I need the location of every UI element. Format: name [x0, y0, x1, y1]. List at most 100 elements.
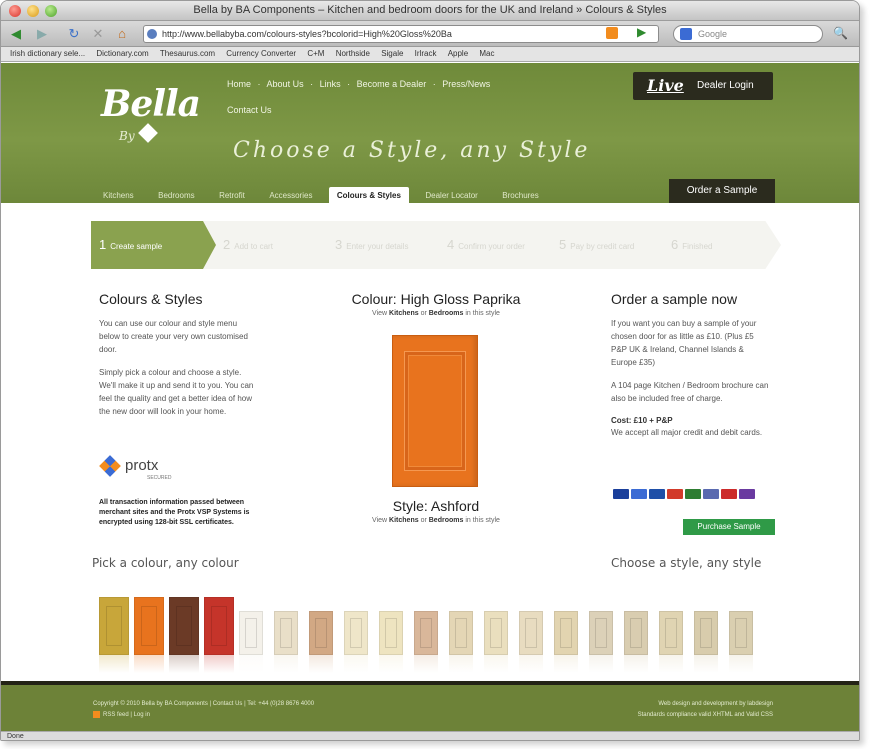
bookmark-item[interactable]: Irish dictionary sele... [10, 49, 85, 58]
order-sample-button[interactable]: Order a Sample [669, 179, 775, 203]
colour-swatch[interactable] [204, 597, 234, 655]
dealer-login-box[interactable]: Live Dealer Login [633, 72, 773, 100]
rss-icon[interactable] [606, 27, 618, 39]
bookmark-item[interactable]: Northside [336, 49, 370, 58]
swatch-reflection [169, 655, 199, 673]
colour-swatch[interactable] [344, 611, 368, 655]
nav-about-us[interactable]: About Us [267, 79, 304, 89]
colour-swatch[interactable] [379, 611, 403, 655]
bookmark-item[interactable]: C+M [307, 49, 324, 58]
door-preview-image [392, 335, 478, 487]
nav-contact-us[interactable]: Contact Us [227, 105, 272, 115]
nav-become-dealer[interactable]: Become a Dealer [357, 79, 427, 89]
colour-swatch[interactable] [694, 611, 718, 655]
order-column: Order a sample now If you want you can b… [611, 291, 771, 439]
card-icon [613, 489, 629, 499]
colour-swatch[interactable] [449, 611, 473, 655]
bookmark-item[interactable]: Apple [448, 49, 468, 58]
bookmark-item[interactable]: Sigale [381, 49, 403, 58]
bedrooms-link[interactable]: Bedrooms [429, 517, 464, 524]
colour-swatch[interactable] [239, 611, 263, 655]
bookmark-item[interactable]: Currency Converter [226, 49, 296, 58]
nav-press-news[interactable]: Press/News [442, 79, 490, 89]
checkout-steps: 1 Create sample 2 Add to cart 3 Enter your … [91, 221, 781, 269]
bookmark-item[interactable]: Dictionary.com [96, 49, 148, 58]
nav-separator: · [257, 79, 261, 89]
colour-swatch[interactable] [519, 611, 543, 655]
nav-home[interactable]: Home [227, 79, 251, 89]
footer-left: Copyright © 2010 Bella by BA Components … [93, 701, 315, 718]
swatch-panel [314, 617, 328, 649]
nav-links[interactable]: Links [320, 79, 341, 89]
colour-swatch[interactable] [484, 611, 508, 655]
colour-swatch[interactable] [169, 597, 199, 655]
search-input[interactable]: Google [673, 25, 823, 43]
choose-style-label: Choose a style, any style [611, 556, 762, 570]
swatch-reflection [694, 655, 718, 673]
bookmark-item[interactable]: Mac [479, 49, 494, 58]
live-logo: Live [647, 76, 684, 95]
login-link[interactable]: Log in [134, 712, 150, 718]
tab-bedrooms[interactable]: Bedrooms [150, 187, 202, 205]
bookmark-item[interactable]: Irlrack [415, 49, 437, 58]
rss-feed-link[interactable]: RSS feed [103, 712, 129, 718]
step-create-sample: 1 Create sample [91, 221, 221, 269]
reload-icon[interactable]: ↻ [63, 25, 85, 43]
swatch-panel [734, 617, 748, 649]
colour-swatch[interactable] [589, 611, 613, 655]
bella-logo[interactable]: Bella [101, 83, 201, 125]
bedrooms-link[interactable]: Bedrooms [429, 310, 464, 317]
home-icon[interactable]: ⌂ [111, 25, 133, 43]
tab-brochures[interactable]: Brochures [494, 187, 546, 205]
step-number: 6 [671, 237, 679, 252]
colour-swatch[interactable] [554, 611, 578, 655]
colour-swatch[interactable] [414, 611, 438, 655]
colour-swatch[interactable] [274, 611, 298, 655]
nav-separator: · [310, 79, 314, 89]
purchase-sample-button[interactable]: Purchase Sample [683, 519, 775, 535]
tab-accessories[interactable]: Accessories [261, 187, 320, 205]
colour-swatch[interactable] [729, 611, 753, 655]
address-bar[interactable]: http://www.bellabyba.com/colours-styles?… [143, 25, 659, 43]
kitchens-link[interactable]: Kitchens [389, 517, 419, 524]
bookmark-item[interactable]: Thesaurus.com [160, 49, 215, 58]
colour-swatch[interactable] [659, 611, 683, 655]
forward-icon[interactable]: ▶ [31, 25, 53, 43]
kitchens-link[interactable]: Kitchens [389, 310, 419, 317]
tab-retrofit[interactable]: Retrofit [211, 187, 253, 205]
colour-swatch[interactable] [309, 611, 333, 655]
swatch-reflection [344, 655, 368, 673]
swatch-reflection [134, 655, 164, 673]
tab-dealer-locator[interactable]: Dealer Locator [417, 187, 485, 205]
stop-icon[interactable]: ✕ [87, 25, 109, 43]
swatch-panel [176, 605, 192, 647]
protx-secured-text: SECURED [147, 475, 172, 481]
go-icon[interactable]: ▶ [637, 25, 646, 39]
tab-kitchens[interactable]: Kitchens [95, 187, 142, 205]
top-nav: Home · About Us · Links · Become a Deale… [227, 79, 494, 89]
footer-contact-link[interactable]: Contact Us [213, 701, 243, 707]
protx-wordmark: protx [125, 457, 159, 474]
dealer-login-link[interactable]: Dealer Login [697, 72, 754, 100]
view-or: or [420, 310, 427, 317]
cost-block: Cost: £10 + P&P We accept all major cred… [611, 415, 771, 439]
google-icon [680, 28, 692, 40]
search-icon[interactable]: 🔍 [833, 26, 848, 40]
back-icon[interactable]: ◀ [5, 25, 27, 43]
step-number: 3 [335, 237, 343, 252]
view-suffix: in this style [465, 310, 500, 317]
colour-swatch[interactable] [624, 611, 648, 655]
view-prefix: View [372, 310, 388, 317]
step-label: Enter your details [346, 242, 409, 251]
swatch-reflection [309, 655, 333, 673]
colour-swatch[interactable] [134, 597, 164, 655]
tab-colours-styles[interactable]: Colours & Styles [328, 187, 409, 205]
swatch-panel [419, 617, 433, 649]
cost-text: Cost: £10 + P&P [611, 416, 673, 425]
colour-swatch[interactable] [99, 597, 129, 655]
step-pay: 5 Pay by credit card [539, 221, 669, 269]
nav-separator: · [347, 79, 351, 89]
card-icon [649, 489, 665, 499]
footer-right: Web design and development by labdesign … [638, 699, 773, 721]
step-label: Create sample [110, 242, 163, 251]
